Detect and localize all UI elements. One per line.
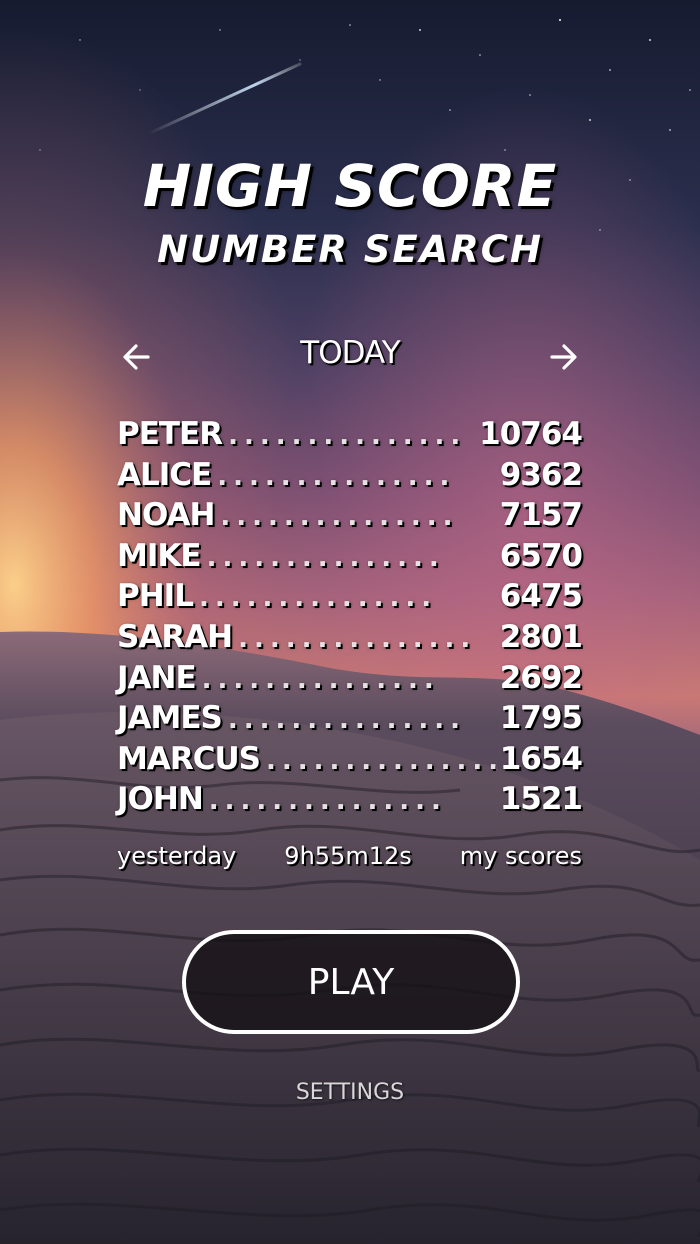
player-score: 6570 — [499, 537, 583, 574]
player-name: ALICE — [117, 456, 212, 493]
player-score: 2692 — [499, 659, 583, 696]
player-score: 1521 — [499, 781, 583, 818]
player-score: 2801 — [499, 618, 583, 655]
player-score: 6475 — [499, 578, 583, 615]
player-name: NOAH — [117, 497, 215, 534]
leaderboard-row: ALICE ............... 9362 — [117, 456, 583, 498]
leaderboard-row: MARCUS ............... 1654 — [117, 740, 583, 782]
countdown-timer: 9h55m12s — [284, 842, 412, 870]
leaderboard-row: JANE ............... 2692 — [117, 659, 583, 701]
period-navigator: TODAY — [110, 335, 590, 379]
dot-leader: ............... — [217, 461, 456, 492]
dot-leader: ............... — [227, 705, 467, 736]
player-name: PHIL — [117, 578, 194, 615]
player-score: 1795 — [499, 700, 583, 737]
leaderboard-row: NOAH ............... 7157 — [117, 497, 583, 538]
play-button[interactable]: PLAY — [182, 930, 520, 1034]
player-name: JANE — [117, 659, 197, 696]
period-label: TODAY — [300, 335, 400, 371]
game-subtitle: NUMBER SEARCH — [157, 228, 543, 271]
player-name: PETER — [117, 416, 223, 452]
leaderboard-row: JAMES ............... 1795 — [117, 700, 583, 741]
dot-leader: ............... — [208, 786, 447, 817]
game-title: HIGH SCORE — [142, 152, 558, 220]
dot-leader: ............... — [238, 623, 477, 654]
dot-leader: ............... — [198, 583, 438, 614]
player-name: MIKE — [117, 537, 202, 574]
leaderboard-row: PETER ............... 10764 — [117, 416, 583, 457]
player-name: JOHN — [117, 781, 204, 818]
arrow-right-icon[interactable] — [542, 339, 582, 375]
player-score: 1654 — [499, 740, 583, 777]
player-score: 9362 — [499, 456, 583, 493]
leaderboard-row: SARAH ............... 2801 — [117, 618, 583, 660]
player-name: SARAH — [117, 618, 233, 655]
player-name: MARCUS — [117, 740, 261, 777]
dot-leader: ............... — [201, 664, 440, 695]
leaderboard-row: MIKE ............... 6570 — [117, 537, 583, 579]
yesterday-link[interactable]: yesterday — [117, 842, 236, 870]
dot-leader: ............... — [206, 542, 445, 573]
leaderboard-row: PHIL ............... 6475 — [117, 578, 583, 619]
leaderboard-row: JOHN ............... 1521 — [117, 781, 583, 822]
player-name: JAMES — [117, 700, 223, 737]
leaderboard-footer: yesterday 9h55m12s my scores — [117, 842, 582, 870]
settings-link[interactable]: SETTINGS — [0, 1080, 700, 1105]
dot-leader: ............... — [220, 502, 459, 533]
leaderboard: PETER ............... 10764 ALICE ......… — [117, 416, 583, 822]
dot-leader: ............... — [228, 421, 467, 451]
player-score: 10764 — [479, 416, 583, 452]
player-score: 7157 — [499, 497, 583, 534]
dot-leader: ............... — [265, 745, 496, 776]
my-scores-link[interactable]: my scores — [460, 842, 582, 870]
